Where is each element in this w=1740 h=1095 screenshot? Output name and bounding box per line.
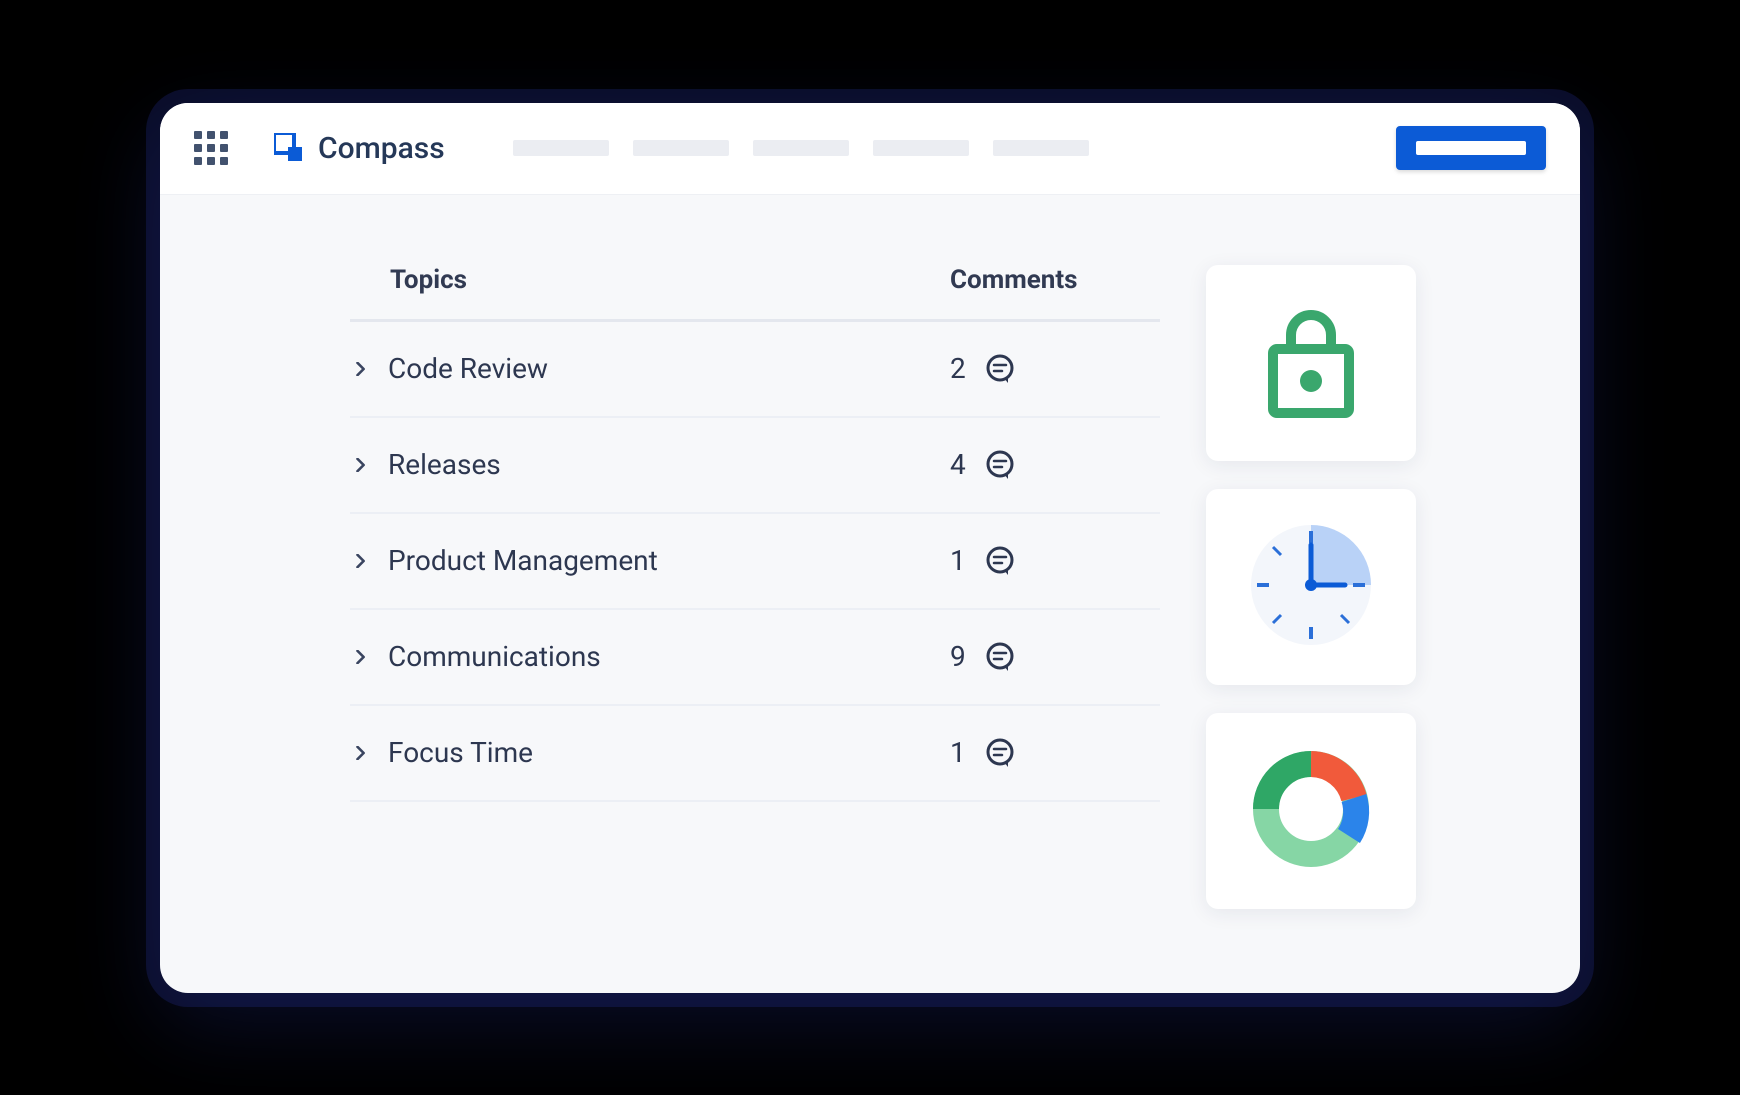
topic-name: Product Management: [382, 544, 950, 577]
lock-icon: [1261, 301, 1361, 425]
nav-item-placeholder: [753, 140, 849, 156]
comments-count: 4: [950, 448, 966, 481]
comments-cell: 2: [950, 352, 1150, 385]
button-label-placeholder: [1416, 141, 1526, 155]
comments-cell: 1: [950, 544, 1150, 577]
comments-count: 1: [950, 736, 966, 769]
column-header-comments: Comments: [950, 265, 1150, 295]
primary-action-button[interactable]: [1396, 126, 1546, 170]
clock-icon: [1241, 515, 1381, 659]
column-header-topics: Topics: [390, 265, 950, 295]
chevron-right-icon: [354, 458, 382, 472]
donut-chart-icon: [1246, 744, 1376, 878]
card-time[interactable]: [1206, 489, 1416, 685]
table-row[interactable]: Product Management 1: [350, 514, 1160, 610]
card-analytics[interactable]: [1206, 713, 1416, 909]
comment-icon: [984, 641, 1016, 673]
nav-placeholder: [513, 140, 1089, 156]
chevron-right-icon: [354, 554, 382, 568]
app-window: Compass Topics Comments Code Review: [160, 103, 1580, 993]
comments-count: 2: [950, 352, 966, 385]
comments-cell: 9: [950, 640, 1150, 673]
nav-item-placeholder: [993, 140, 1089, 156]
topic-name: Focus Time: [382, 736, 950, 769]
topic-name: Releases: [382, 448, 950, 481]
card-security[interactable]: [1206, 265, 1416, 461]
header: Compass: [160, 103, 1580, 195]
comments-cell: 1: [950, 736, 1150, 769]
brand[interactable]: Compass: [274, 131, 445, 166]
chevron-right-icon: [354, 746, 382, 760]
comment-icon: [984, 737, 1016, 769]
nav-item-placeholder: [633, 140, 729, 156]
table-row[interactable]: Code Review 2: [350, 322, 1160, 418]
content: Topics Comments Code Review 2: [160, 195, 1580, 993]
chevron-right-icon: [354, 650, 382, 664]
nav-item-placeholder: [873, 140, 969, 156]
nav-item-placeholder: [513, 140, 609, 156]
comments-cell: 4: [950, 448, 1150, 481]
topics-table: Topics Comments Code Review 2: [350, 265, 1160, 953]
table-row[interactable]: Focus Time 1: [350, 706, 1160, 802]
comments-count: 9: [950, 640, 966, 673]
topic-name: Communications: [382, 640, 950, 673]
comment-icon: [984, 449, 1016, 481]
table-row[interactable]: Releases 4: [350, 418, 1160, 514]
chevron-right-icon: [354, 362, 382, 376]
comments-count: 1: [950, 544, 966, 577]
table-row[interactable]: Communications 9: [350, 610, 1160, 706]
compass-logo-icon: [274, 133, 304, 163]
comment-icon: [984, 545, 1016, 577]
side-cards: [1206, 265, 1416, 953]
table-header: Topics Comments: [350, 265, 1160, 322]
brand-name: Compass: [318, 131, 445, 166]
apps-grid-icon[interactable]: [194, 131, 228, 165]
topic-name: Code Review: [382, 352, 950, 385]
comment-icon: [984, 353, 1016, 385]
